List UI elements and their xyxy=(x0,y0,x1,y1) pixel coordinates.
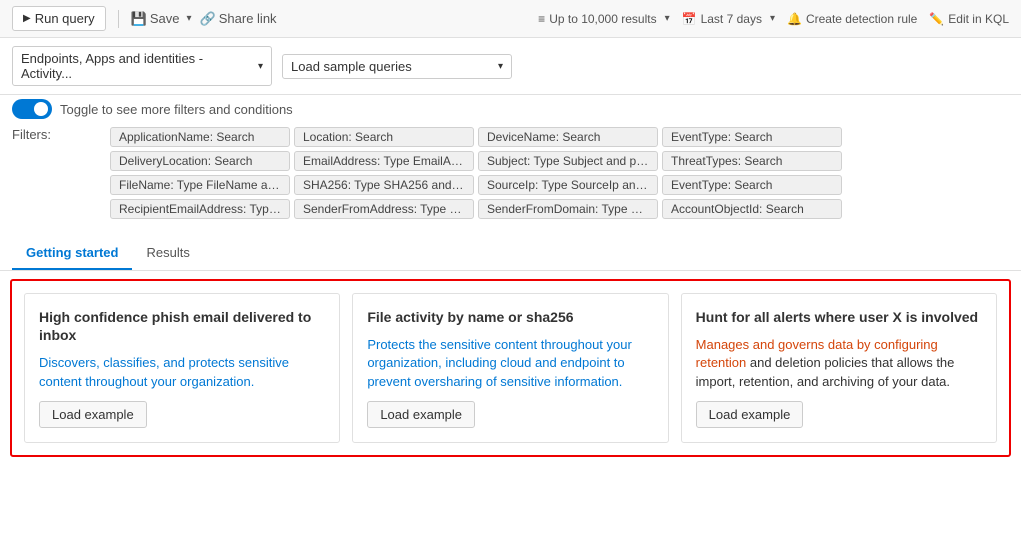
filter-chip-senderfromaddress[interactable]: SenderFromAddress: Type Send... xyxy=(294,199,474,219)
filter-chip-recipientemail[interactable]: RecipientEmailAddress: Type Rec... xyxy=(110,199,290,219)
results-chevron-icon: ▾ xyxy=(665,13,670,24)
create-detection-rule-button[interactable]: 🔔 Create detection rule xyxy=(787,12,917,26)
source-dropdown[interactable]: Endpoints, Apps and identities - Activit… xyxy=(12,46,272,86)
toolbar-separator-1 xyxy=(118,10,119,28)
run-query-button[interactable]: ▶ Run query xyxy=(12,6,106,31)
load-example-label-1: Load example xyxy=(52,407,134,422)
save-chevron-icon: ▾ xyxy=(187,13,192,24)
calendar-icon: 📅 xyxy=(682,12,697,26)
toggle-label: Toggle to see more filters and condition… xyxy=(60,102,293,117)
filter-chip-eventtype1[interactable]: EventType: Search xyxy=(662,127,842,147)
results-limit-selector[interactable]: ≡ Up to 10,000 results ▾ xyxy=(538,12,669,26)
tab-getting-started-label: Getting started xyxy=(26,245,118,260)
load-example-button-2[interactable]: Load example xyxy=(367,401,475,428)
toolbar: ▶ Run query 💾 Save ▾ 🔗 Share link ≡ Up t… xyxy=(0,0,1021,38)
card-hunt-alerts: Hunt for all alerts where user X is invo… xyxy=(681,293,997,443)
card-phish-email-title: High confidence phish email delivered to… xyxy=(39,308,325,344)
edit-icon: ✏️ xyxy=(929,12,944,26)
rule-icon: 🔔 xyxy=(787,12,802,26)
save-button[interactable]: 💾 Save ▾ xyxy=(131,11,192,27)
cards-area: High confidence phish email delivered to… xyxy=(10,279,1011,457)
time-chevron-icon: ▾ xyxy=(770,13,775,24)
queries-dropdown[interactable]: Load sample queries ▾ xyxy=(282,54,512,79)
filter-chip-senderfromdomain[interactable]: SenderFromDomain: Type Sende... xyxy=(478,199,658,219)
filter-chip-accountobjectid[interactable]: AccountObjectId: Search xyxy=(662,199,842,219)
load-example-label-2: Load example xyxy=(380,407,462,422)
card-hunt-alerts-desc: Manages and governs data by configuring … xyxy=(696,336,982,391)
card-hunt-alerts-title: Hunt for all alerts where user X is invo… xyxy=(696,308,982,326)
filter-chip-eventtype2[interactable]: EventType: Search xyxy=(662,175,842,195)
filter-chip-applicationname[interactable]: ApplicationName: Search xyxy=(110,127,290,147)
edit-kql-label: Edit in KQL xyxy=(948,12,1009,26)
card-file-activity-title: File activity by name or sha256 xyxy=(367,308,653,326)
save-icon: 💾 xyxy=(131,11,147,27)
edit-kql-button[interactable]: ✏️ Edit in KQL xyxy=(929,12,1009,26)
toolbar-left: ▶ Run query 💾 Save ▾ 🔗 Share link xyxy=(12,6,530,31)
filter-chip-location[interactable]: Location: Search xyxy=(294,127,474,147)
time-range-label: Last 7 days xyxy=(701,12,762,26)
toolbar-right: ≡ Up to 10,000 results ▾ 📅 Last 7 days ▾… xyxy=(538,12,1009,26)
create-rule-label: Create detection rule xyxy=(806,12,917,26)
run-icon: ▶ xyxy=(23,13,31,24)
filter-chip-threattypes[interactable]: ThreatTypes: Search xyxy=(662,151,842,171)
filter-chip-sourceip[interactable]: SourceIp: Type SourceIp and pre... xyxy=(478,175,658,195)
filter-chips-grid: ApplicationName: Search Location: Search… xyxy=(110,127,842,219)
queries-dropdown-label: Load sample queries xyxy=(291,59,412,74)
card-file-activity-desc: Protects the sensitive content throughou… xyxy=(367,336,653,391)
results-limit-label: Up to 10,000 results xyxy=(549,12,656,26)
share-link-button[interactable]: 🔗 Share link xyxy=(200,11,277,27)
toggle-row: Toggle to see more filters and condition… xyxy=(0,95,1021,123)
tab-getting-started[interactable]: Getting started xyxy=(12,237,132,270)
load-example-button-3[interactable]: Load example xyxy=(696,401,804,428)
share-icon: 🔗 xyxy=(200,11,216,27)
controls-row: Endpoints, Apps and identities - Activit… xyxy=(0,38,1021,95)
filters-section: Filters: ApplicationName: Search Locatio… xyxy=(0,123,1021,227)
queries-dropdown-chevron-icon: ▾ xyxy=(498,61,503,72)
card-phish-email-desc: Discovers, classifies, and protects sens… xyxy=(39,354,325,390)
filters-toggle[interactable] xyxy=(12,99,52,119)
tab-results-label: Results xyxy=(146,245,189,260)
card-file-activity: File activity by name or sha256 Protects… xyxy=(352,293,668,443)
source-dropdown-label: Endpoints, Apps and identities - Activit… xyxy=(21,51,254,81)
source-dropdown-chevron-icon: ▾ xyxy=(258,61,263,72)
tabs-row: Getting started Results xyxy=(0,237,1021,271)
share-link-label: Share link xyxy=(219,11,277,26)
filter-chip-devicename[interactable]: DeviceName: Search xyxy=(478,127,658,147)
filter-chip-sha256[interactable]: SHA256: Type SHA256 and pres... xyxy=(294,175,474,195)
load-example-button-1[interactable]: Load example xyxy=(39,401,147,428)
card-phish-email: High confidence phish email delivered to… xyxy=(24,293,340,443)
filter-chip-filename[interactable]: FileName: Type FileName and pr... xyxy=(110,175,290,195)
results-limit-icon: ≡ xyxy=(538,12,545,26)
filter-chip-subject[interactable]: Subject: Type Subject and press ... xyxy=(478,151,658,171)
filters-label: Filters: xyxy=(12,127,57,142)
save-label: Save xyxy=(150,11,180,26)
filter-chip-emailaddress[interactable]: EmailAddress: Type EmailAddres... xyxy=(294,151,474,171)
filter-chip-deliverylocation[interactable]: DeliveryLocation: Search xyxy=(110,151,290,171)
time-range-selector[interactable]: 📅 Last 7 days ▾ xyxy=(682,12,775,26)
tab-results[interactable]: Results xyxy=(132,237,203,270)
load-example-label-3: Load example xyxy=(709,407,791,422)
run-query-label: Run query xyxy=(35,11,95,26)
